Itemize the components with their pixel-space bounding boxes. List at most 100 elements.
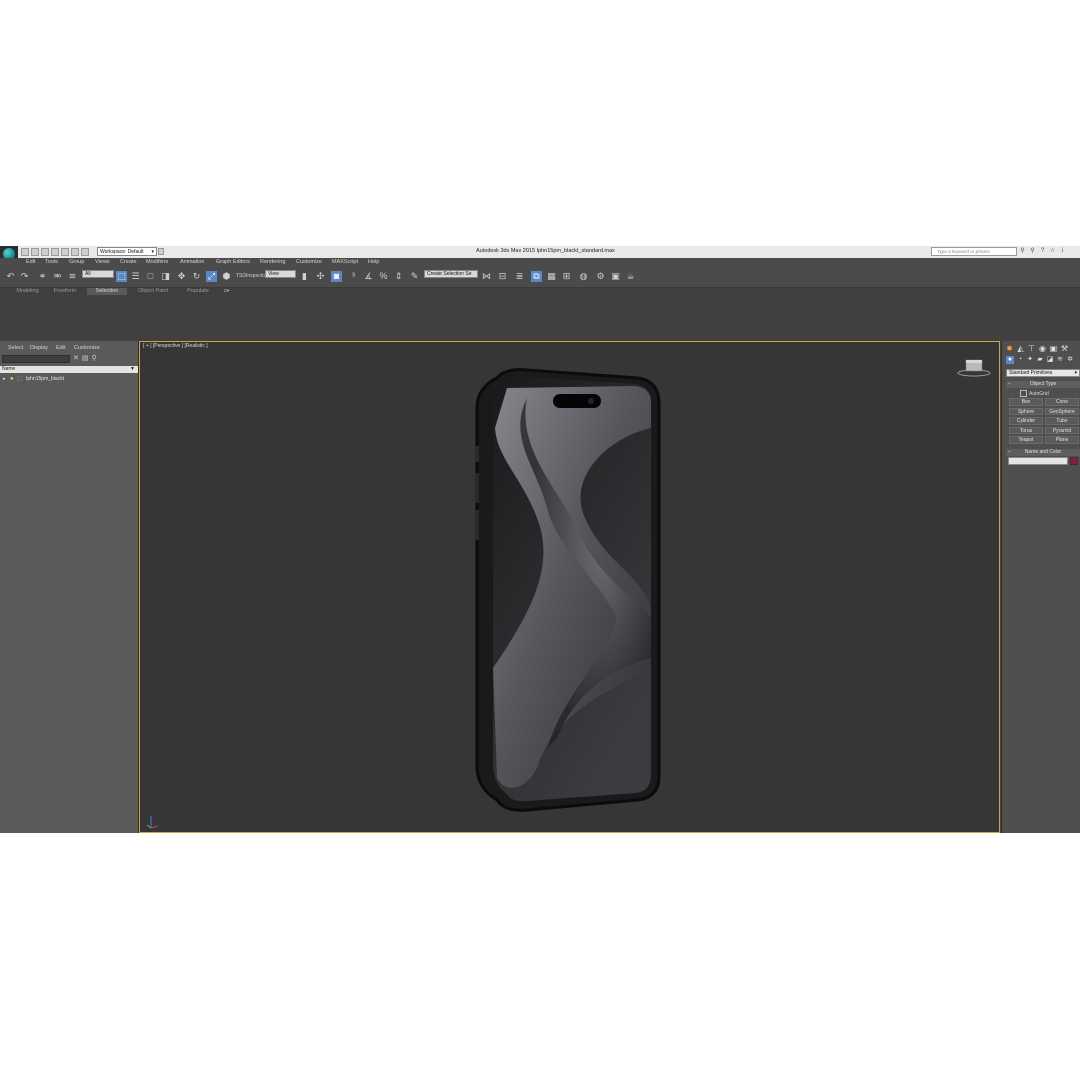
workspace-dropdown[interactable]: Workspace: Default ▾ xyxy=(97,247,157,256)
link-icon[interactable]: ⚭ xyxy=(37,271,48,282)
expand-triangle-icon[interactable]: ▸ xyxy=(3,375,6,383)
spinner-snap-icon[interactable]: ⇕ xyxy=(393,271,404,282)
rotate-icon[interactable]: ↻ xyxy=(191,271,202,282)
create-tab-icon[interactable]: ✸ xyxy=(1005,344,1014,353)
info-icon[interactable]: i xyxy=(1059,248,1066,255)
community-icon[interactable]: ⚲ xyxy=(1029,248,1036,255)
filter-icon[interactable]: ▤ xyxy=(82,355,89,363)
menu-views[interactable]: Views xyxy=(95,259,110,265)
menu-graph-editors[interactable]: Graph Editors xyxy=(216,259,250,265)
select-object-icon[interactable]: ⬚ xyxy=(116,271,127,282)
utilities-tab-icon[interactable]: ⚒ xyxy=(1060,344,1069,353)
move-icon[interactable]: ✥ xyxy=(176,271,187,282)
menu-edit[interactable]: Edit xyxy=(26,259,35,265)
find-icon[interactable]: ⚲ xyxy=(92,355,97,363)
menu-help[interactable]: Help xyxy=(368,259,379,265)
select-by-name-icon[interactable]: ☰ xyxy=(130,271,141,282)
curve-editor-icon[interactable]: ⊞ xyxy=(561,271,572,282)
tab-object-paint[interactable]: Object Paint xyxy=(132,288,174,295)
window-icon[interactable] xyxy=(81,248,89,256)
lights-icon[interactable]: ✦ xyxy=(1026,356,1034,364)
pivot-center-icon[interactable]: ▮ xyxy=(299,271,310,282)
redo-icon[interactable]: ↷ xyxy=(19,271,30,282)
motion-tab-icon[interactable]: ◉ xyxy=(1038,344,1047,353)
inspector-label[interactable]: TSDInspector xyxy=(236,273,267,279)
shapes-icon[interactable]: ◔ xyxy=(1016,356,1024,364)
angle-snap-icon[interactable]: ∡ xyxy=(363,271,374,282)
tab-populate[interactable]: Populate xyxy=(181,288,215,295)
star-icon[interactable]: ☆ xyxy=(1049,248,1056,255)
rect-selection-icon[interactable]: □ xyxy=(145,271,156,282)
select-manipulate-icon[interactable]: ✣ xyxy=(315,271,326,282)
layer-explorer-icon[interactable]: ≣ xyxy=(514,271,525,282)
torus-button[interactable]: Torus xyxy=(1009,426,1043,435)
plane-button[interactable]: Plane xyxy=(1045,436,1079,444)
selection-filter-dropdown[interactable]: All xyxy=(82,270,114,278)
menu-customize[interactable]: Customize xyxy=(296,259,322,265)
object-type-rollout-header[interactable]: − Object Type xyxy=(1006,381,1080,388)
viewcube[interactable] xyxy=(957,356,991,378)
box-button[interactable]: Box xyxy=(1009,398,1043,406)
tab-selection[interactable]: Selection xyxy=(87,288,127,295)
graphite-ribbon-icon[interactable]: ▦ xyxy=(546,271,557,282)
menu-tools[interactable]: Tools xyxy=(45,259,58,265)
display-tab-icon[interactable]: ▣ xyxy=(1049,344,1058,353)
redo-icon[interactable] xyxy=(61,248,69,256)
explorer-menu-edit[interactable]: Edit xyxy=(56,345,65,351)
pyramid-button[interactable]: Pyramid xyxy=(1045,426,1079,435)
save-file-icon[interactable] xyxy=(41,248,49,256)
place-icon[interactable]: ⬢ xyxy=(221,271,232,282)
bind-spacewarp-icon[interactable]: ≋ xyxy=(67,271,78,282)
menu-group[interactable]: Group xyxy=(69,259,84,265)
material-editor-icon[interactable]: ◍ xyxy=(578,271,589,282)
snaps-toggle-icon[interactable]: ³ xyxy=(348,271,359,282)
undo-icon[interactable]: ↶ xyxy=(5,271,16,282)
object-color-swatch[interactable] xyxy=(1070,457,1078,465)
explorer-column-header[interactable]: Name ▼ xyxy=(0,366,138,373)
menu-animation[interactable]: Animation xyxy=(180,259,204,265)
explorer-menu-customize[interactable]: Customize xyxy=(74,345,100,351)
workspace-settings-icon[interactable] xyxy=(158,248,164,255)
spacewarps-icon[interactable]: ≋ xyxy=(1056,356,1064,364)
primitive-category-dropdown[interactable]: Standard Primitives ▾ xyxy=(1006,369,1080,377)
edit-named-selection-icon[interactable]: ✎ xyxy=(409,271,420,282)
menu-create[interactable]: Create xyxy=(120,259,137,265)
window-crossing-icon[interactable]: ◨ xyxy=(160,271,171,282)
percent-snap-icon[interactable]: % xyxy=(378,271,389,282)
autogrid-checkbox[interactable]: AutoGrid xyxy=(1020,390,1049,397)
menu-maxscript[interactable]: MAXScript xyxy=(332,259,358,265)
tab-modeling[interactable]: Modeling xyxy=(10,288,45,295)
close-icon[interactable]: ✕ xyxy=(73,355,79,363)
render-setup-icon[interactable]: ⚙ xyxy=(595,271,606,282)
list-item[interactable]: ▸ ● ⬚ Iphn15pm_blackt xyxy=(0,375,137,383)
menu-modifiers[interactable]: Modifiers xyxy=(146,259,168,265)
systems-icon[interactable]: ✲ xyxy=(1066,356,1074,364)
modify-tab-icon[interactable]: ◭ xyxy=(1016,344,1025,353)
rendered-frame-window-icon[interactable]: ▣ xyxy=(610,271,621,282)
checkbox-icon[interactable] xyxy=(1020,390,1027,397)
cylinder-button[interactable]: Cylinder xyxy=(1009,417,1043,425)
geometry-icon[interactable]: ● xyxy=(1006,356,1014,364)
project-folder-icon[interactable] xyxy=(71,248,79,256)
helpers-icon[interactable]: ◪ xyxy=(1046,356,1054,364)
undo-icon[interactable] xyxy=(51,248,59,256)
hierarchy-tab-icon[interactable]: ⊤ xyxy=(1027,344,1036,353)
align-icon[interactable]: ⊟ xyxy=(497,271,508,282)
new-file-icon[interactable] xyxy=(21,248,29,256)
tube-button[interactable]: Tube xyxy=(1045,417,1079,425)
open-file-icon[interactable] xyxy=(31,248,39,256)
scale-icon[interactable]: ⤢ xyxy=(206,271,217,282)
mirror-icon[interactable]: ⋈ xyxy=(481,271,492,282)
explorer-search-input[interactable] xyxy=(2,355,70,363)
render-production-icon[interactable]: ☕ xyxy=(625,271,636,282)
cone-button[interactable]: Cone xyxy=(1045,398,1079,406)
teapot-button[interactable]: Teapot xyxy=(1009,436,1043,444)
named-selection-dropdown[interactable]: Create Selection Se xyxy=(424,270,478,278)
viewport-label[interactable]: [ + ] [Perspective ] [Realistic ] xyxy=(143,343,208,349)
reference-coord-dropdown[interactable]: View xyxy=(265,270,296,278)
menu-rendering[interactable]: Rendering xyxy=(260,259,285,265)
ribbon-options-icon[interactable]: ◘▸ xyxy=(221,288,233,295)
geosphere-button[interactable]: GeoSphere xyxy=(1045,407,1079,416)
object-name-field[interactable] xyxy=(1008,457,1068,465)
cameras-icon[interactable]: ▰ xyxy=(1036,356,1044,364)
